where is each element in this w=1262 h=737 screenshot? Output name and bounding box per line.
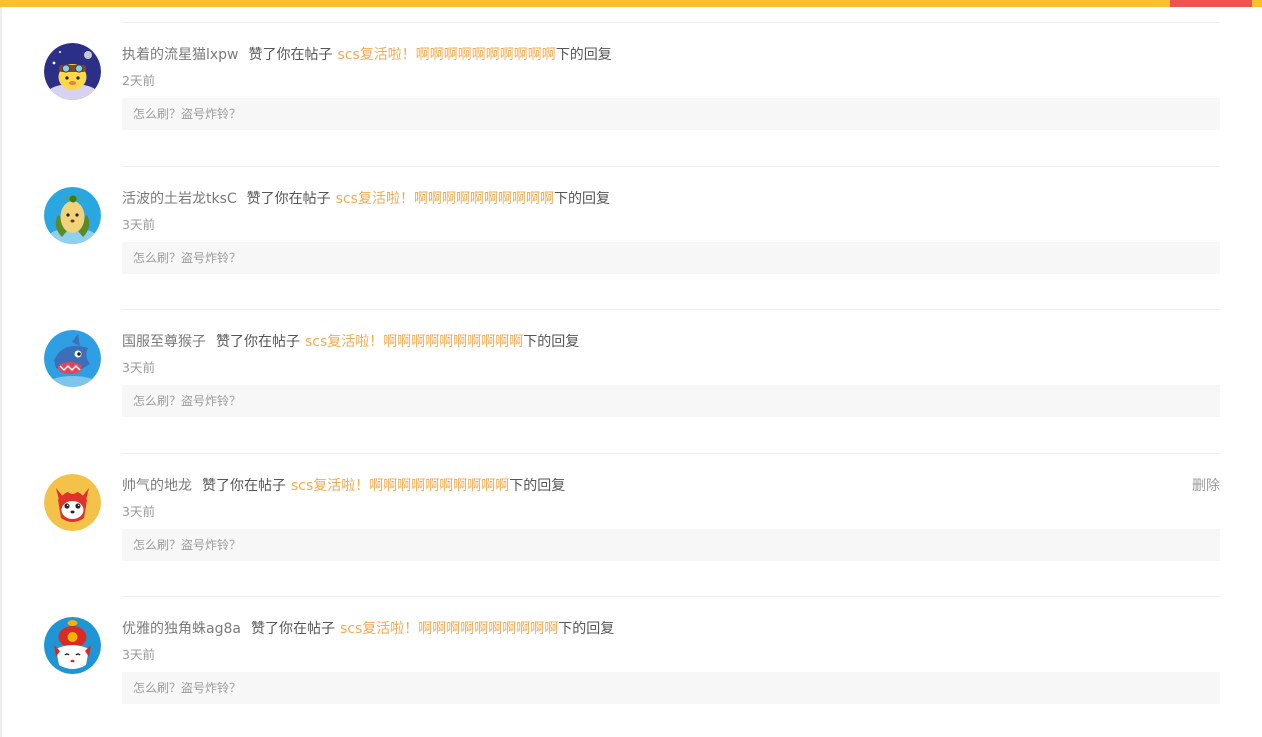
notification-text: 国服至尊猴子 赞了你在帖子 scs复活啦！啊啊啊啊啊啊啊啊啊啊下的回复 — [122, 332, 579, 352]
suffix-text: 下的回复 — [558, 621, 615, 637]
post-title-link[interactable]: scs复活啦！啊啊啊啊啊啊啊啊啊啊 — [291, 478, 509, 494]
quoted-reply[interactable]: 怎么刷？盗号炸铃？ — [122, 528, 1220, 561]
timestamp: 3天前 — [122, 503, 155, 519]
quoted-reply[interactable]: 怎么刷？盗号炸铃？ — [122, 672, 1220, 704]
delete-button[interactable]: 删除 — [1192, 476, 1220, 496]
suffix-text: 下的回复 — [555, 47, 612, 63]
post-title-link[interactable]: scs复活啦！啊啊啊啊啊啊啊啊啊啊 — [305, 334, 523, 350]
cat-pilot-avatar-icon[interactable] — [44, 43, 101, 100]
post-title-link[interactable]: scs复活啦！啊啊啊啊啊啊啊啊啊啊 — [338, 47, 556, 63]
notification-item: 执着的流星猫lxpw 赞了你在帖子 scs复活啦！啊啊啊啊啊啊啊啊啊啊下的回复 2天… — [0, 23, 1262, 167]
timestamp: 3天前 — [122, 647, 155, 662]
notification-text: 帅气的地龙 赞了你在帖子 scs复活啦！啊啊啊啊啊啊啊啊啊啊下的回复 — [122, 476, 565, 496]
top-bar-accent — [1170, 0, 1252, 7]
notification-text: 活波的土岩龙tksC 赞了你在帖子 scs复活啦！啊啊啊啊啊啊啊啊啊啊下的回复 — [122, 189, 610, 209]
timestamp: 3天前 — [122, 216, 155, 232]
quoted-reply[interactable]: 怎么刷？盗号炸铃？ — [122, 241, 1220, 274]
suffix-text: 下的回复 — [523, 334, 580, 350]
post-title-link[interactable]: scs复活啦！啊啊啊啊啊啊啊啊啊啊 — [336, 191, 554, 207]
suffix-text: 下的回复 — [553, 190, 610, 207]
notification-text: 执着的流星猫lxpw 赞了你在帖子 scs复活啦！啊啊啊啊啊啊啊啊啊啊下的回复 — [122, 45, 612, 65]
suffix-text: 下的回复 — [509, 477, 566, 494]
timestamp: 3天前 — [122, 360, 155, 375]
action-text: 赞了你在帖子 — [246, 190, 331, 207]
fortune-fox-avatar-icon[interactable] — [44, 617, 101, 674]
quoted-reply[interactable]: 怎么刷？盗号炸铃？ — [122, 98, 1220, 130]
notification-page: 执着的流星猫lxpw 赞了你在帖子 scs复活啦！啊啊啊啊啊啊啊啊啊啊下的回复 2天… — [0, 0, 1262, 737]
red-fox-avatar-icon[interactable] — [44, 473, 101, 531]
action-text: 赞了你在帖子 — [216, 334, 300, 350]
notification-item: 活波的土岩龙tksC 赞了你在帖子 scs复活啦！啊啊啊啊啊啊啊啊啊啊下的回复 3天… — [0, 167, 1262, 310]
timestamp: 2天前 — [122, 73, 155, 88]
action-text: 赞了你在帖子 — [250, 621, 335, 637]
quoted-reply[interactable]: 怎么刷？盗号炸铃？ — [122, 385, 1220, 417]
username-link[interactable]: 活波的土岩龙tksC — [122, 191, 237, 207]
notification-item: 帅气的地龙 赞了你在帖子 scs复活啦！啊啊啊啊啊啊啊啊啊啊下的回复 删除 3天前 … — [0, 454, 1262, 597]
username-link[interactable]: 帅气的地龙 — [122, 478, 192, 494]
notification-text: 优雅的独角蛛ag8a 赞了你在帖子 scs复活啦！啊啊啊啊啊啊啊啊啊啊下的回复 — [122, 619, 614, 639]
seed-creature-avatar-icon[interactable] — [44, 186, 101, 244]
like-notification-list: 执着的流星猫lxpw 赞了你在帖子 scs复活啦！啊啊啊啊啊啊啊啊啊啊下的回复 2天… — [0, 23, 1262, 737]
username-link[interactable]: 执着的流星猫lxpw — [122, 47, 239, 63]
blue-shark-avatar-icon[interactable] — [44, 330, 101, 387]
action-text: 赞了你在帖子 — [202, 477, 286, 494]
top-bar — [0, 0, 1262, 7]
post-title-link[interactable]: scs复活啦！啊啊啊啊啊啊啊啊啊啊 — [340, 621, 558, 637]
notification-item: 优雅的独角蛛ag8a 赞了你在帖子 scs复活啦！啊啊啊啊啊啊啊啊啊啊下的回复 3天… — [0, 597, 1262, 737]
notification-item: 国服至尊猴子 赞了你在帖子 scs复活啦！啊啊啊啊啊啊啊啊啊啊下的回复 3天前 怎么… — [0, 310, 1262, 454]
username-link[interactable]: 优雅的独角蛛ag8a — [122, 621, 241, 637]
action-text: 赞了你在帖子 — [248, 47, 333, 63]
username-link[interactable]: 国服至尊猴子 — [122, 334, 206, 350]
